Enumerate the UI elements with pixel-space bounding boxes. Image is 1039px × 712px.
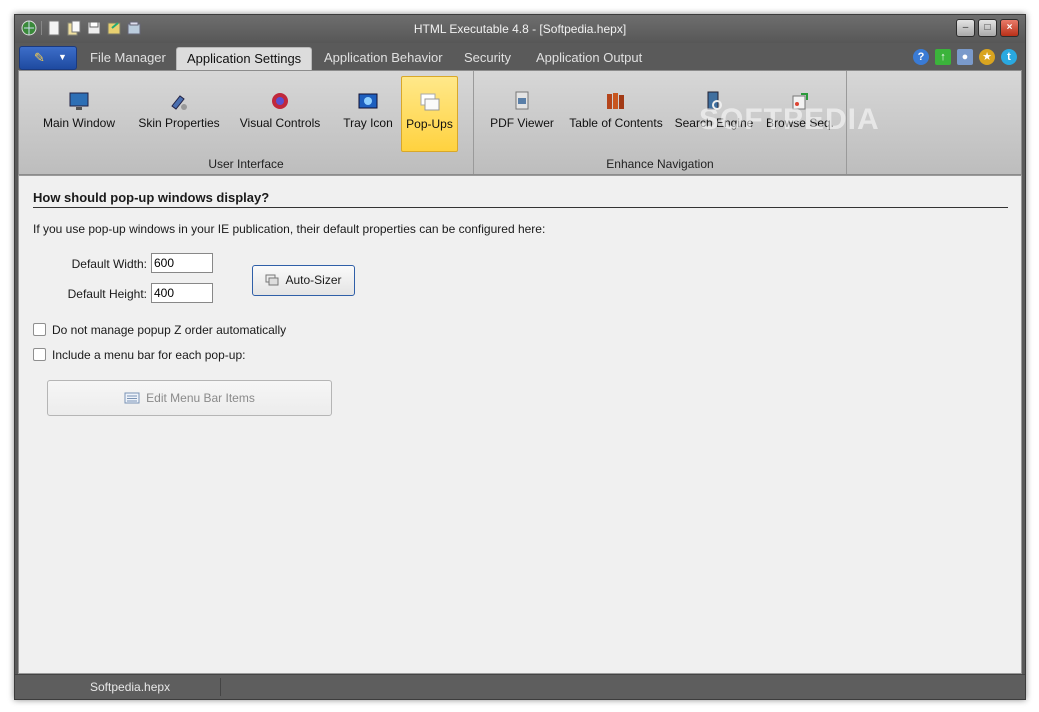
help-icon[interactable]: ? [913, 49, 929, 65]
top-icon-bar: ? ↑ ● ★ t [913, 49, 1017, 65]
section-description: If you use pop-up windows in your IE pub… [33, 222, 546, 236]
award-icon[interactable]: ★ [979, 49, 995, 65]
window-controls: – □ × [956, 19, 1019, 37]
application-menu-button[interactable]: ✎ ▼ [19, 46, 77, 70]
default-width-input[interactable] [151, 253, 213, 273]
auto-sizer-button[interactable]: Auto-Sizer [252, 265, 355, 296]
group-user-interface: Main Window Skin Properties Visual Contr… [19, 71, 474, 174]
maximize-button[interactable]: □ [978, 19, 997, 37]
tray-icon [358, 93, 378, 109]
title-bar: HTML Executable 4.8 - [Softpedia.hepx] –… [15, 15, 1025, 43]
ribbon-button-tray-icon[interactable]: Tray Icon [337, 76, 399, 150]
zorder-checkbox-label: Do not manage popup Z order automaticall… [52, 323, 287, 337]
windows-stack-icon [265, 274, 279, 286]
ribbon-button-label: Main Window [42, 116, 116, 130]
ribbon-button-skin-properties[interactable]: Skin Properties [137, 76, 221, 150]
tab-application-behavior[interactable]: Application Behavior [314, 47, 453, 70]
controls-icon [272, 93, 288, 109]
menubar-checkbox[interactable] [33, 348, 46, 361]
tab-file-manager[interactable]: File Manager [80, 47, 176, 70]
monitor-icon [69, 92, 89, 110]
ribbon-tab-bar: ✎ ▼ File Manager Application Settings Ap… [15, 43, 1025, 71]
twitter-icon[interactable]: t [1001, 49, 1017, 65]
window-title: HTML Executable 4.8 - [Softpedia.hepx] [413, 22, 627, 36]
status-separator [220, 678, 221, 696]
group-label-enhance-navigation: Enhance Navigation [606, 157, 714, 171]
books-icon [607, 93, 624, 109]
ribbon-panel: Main Window Skin Properties Visual Contr… [18, 70, 1022, 175]
default-height-label: Default Height: [67, 287, 147, 301]
popups-icon [420, 93, 439, 111]
edit-menu-bar-items-label: Edit Menu Bar Items [146, 391, 255, 405]
tab-application-output[interactable]: Application Output [526, 47, 652, 70]
ribbon-button-table-of-contents[interactable]: Table of Contents [566, 76, 666, 150]
group-label-user-interface: User Interface [208, 157, 284, 171]
update-icon[interactable]: ↑ [935, 49, 951, 65]
user-icon[interactable]: ● [957, 49, 973, 65]
ribbon-button-visual-controls[interactable]: Visual Controls [237, 76, 323, 150]
ribbon-button-label: Visual Controls [239, 116, 321, 130]
tab-security[interactable]: Security [454, 47, 521, 70]
chevron-down-icon: ▼ [58, 52, 67, 62]
ribbon-button-label: Skin Properties [138, 116, 220, 130]
zorder-checkbox[interactable] [33, 323, 46, 336]
ribbon-button-label: Tray Icon [343, 116, 393, 130]
menubar-checkbox-label: Include a menu bar for each pop-up: [52, 348, 246, 362]
ribbon-button-pdf-viewer[interactable]: PDF Viewer [486, 76, 558, 150]
section-heading: How should pop-up windows display? [33, 190, 1008, 208]
tab-application-settings[interactable]: Application Settings [176, 47, 313, 71]
menu-list-icon [124, 392, 140, 404]
app-window: HTML Executable 4.8 - [Softpedia.hepx] –… [14, 14, 1026, 700]
zorder-checkbox-row[interactable]: Do not manage popup Z order automaticall… [33, 323, 286, 337]
ribbon-button-label: Table of Contents [569, 116, 663, 130]
ribbon-button-main-window[interactable]: Main Window [37, 76, 121, 150]
paint-icon [171, 95, 187, 110]
edit-menu-bar-items-button[interactable]: Edit Menu Bar Items [47, 380, 332, 416]
pen-icon: ✎ [34, 50, 45, 65]
default-height-input[interactable] [151, 283, 213, 303]
ribbon-button-label: PDF Viewer [490, 116, 554, 130]
pdf-icon [515, 91, 529, 110]
popups-settings-panel: How should pop-up windows display? If yo… [18, 175, 1022, 674]
watermark: SOFTPEDIA [699, 103, 880, 136]
ribbon-button-pop-ups[interactable]: Pop-Ups [401, 76, 458, 152]
ribbon-button-label: Pop-Ups [406, 117, 453, 131]
status-file-name: Softpedia.hepx [90, 680, 171, 694]
minimize-button[interactable]: – [956, 19, 975, 37]
close-button[interactable]: × [1000, 19, 1019, 37]
status-bar: Softpedia.hepx [15, 674, 1025, 699]
auto-sizer-label: Auto-Sizer [285, 273, 342, 287]
menubar-checkbox-row[interactable]: Include a menu bar for each pop-up: [33, 348, 245, 362]
default-width-label: Default Width: [71, 257, 147, 271]
